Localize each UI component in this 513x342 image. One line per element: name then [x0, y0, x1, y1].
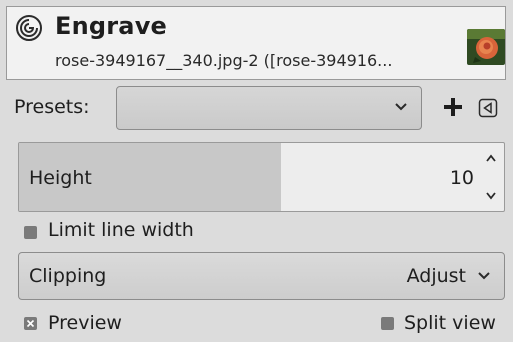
dialog-header: Engrave rose-3949167__340.jpg-2 ([rose-3…: [6, 6, 506, 80]
clipping-label: Clipping: [29, 265, 107, 287]
limit-line-width-checkbox[interactable]: [24, 226, 37, 239]
preview-label: Preview: [48, 312, 122, 334]
image-thumbnail: [467, 29, 505, 65]
split-view-label: Split view: [404, 312, 496, 334]
check-mark-icon: [26, 319, 35, 328]
preview-checkbox[interactable]: [24, 317, 37, 330]
clipping-value: Adjust: [406, 265, 466, 287]
spin-arrows-icon[interactable]: [484, 149, 498, 205]
height-label: Height: [29, 167, 92, 189]
image-subtitle: rose-3949167__340.jpg-2 ([rose-394916...: [55, 51, 393, 70]
add-preset-button[interactable]: [440, 92, 466, 122]
dialog-title: Engrave: [55, 12, 168, 40]
clipping-combo[interactable]: Clipping Adjust: [18, 252, 505, 300]
height-spin-scale[interactable]: Height 10: [18, 142, 505, 212]
menu-triangle-icon[interactable]: [478, 98, 498, 118]
limit-line-width-label: Limit line width: [48, 219, 194, 241]
split-view-checkbox[interactable]: [381, 317, 394, 330]
presets-label: Presets:: [14, 96, 90, 118]
plus-icon: [444, 98, 462, 116]
gegl-swirl-icon: [16, 15, 42, 41]
chevron-down-icon: [395, 103, 407, 111]
chevron-down-icon: [478, 272, 490, 280]
height-value: 10: [449, 167, 474, 189]
presets-combo[interactable]: [116, 86, 422, 130]
